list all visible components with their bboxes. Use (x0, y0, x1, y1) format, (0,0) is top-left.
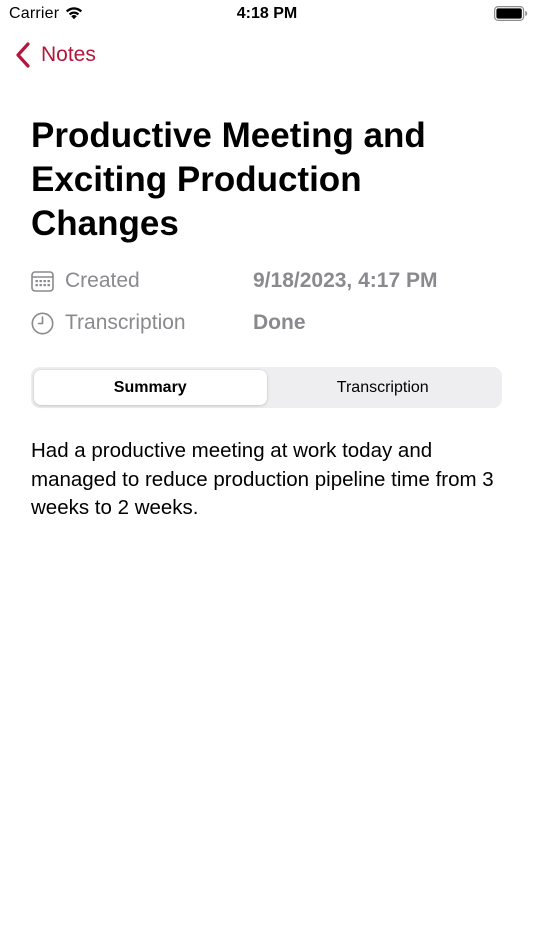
meta-row-transcription: Transcription Done (31, 308, 511, 338)
segmented-control: Summary Transcription (31, 367, 502, 408)
status-time: 4:18 PM (236, 5, 298, 22)
created-label: Created (65, 269, 140, 292)
note-title: Productive Meeting and Exciting Producti… (31, 116, 426, 243)
back-button[interactable]: Notes (15, 40, 96, 70)
tab-transcription[interactable]: Transcription (267, 370, 500, 405)
tab-summary[interactable]: Summary (34, 370, 267, 405)
back-button-label: Notes (41, 43, 96, 66)
summary-text: Had a productive meeting at work today a… (31, 439, 494, 519)
chevron-left-icon (16, 42, 30, 68)
status-bar: Carrier 4:18 PM (0, 0, 534, 28)
meta-row-created: Created 9/18/2023, 4:17 PM (31, 266, 511, 296)
transcription-status-label: Transcription (65, 311, 186, 334)
battery-icon (494, 6, 528, 21)
calendar-icon (31, 270, 54, 292)
clock-icon (31, 312, 54, 334)
created-value: 9/18/2023, 4:17 PM (253, 269, 438, 292)
transcription-status-value: Done (253, 311, 306, 334)
